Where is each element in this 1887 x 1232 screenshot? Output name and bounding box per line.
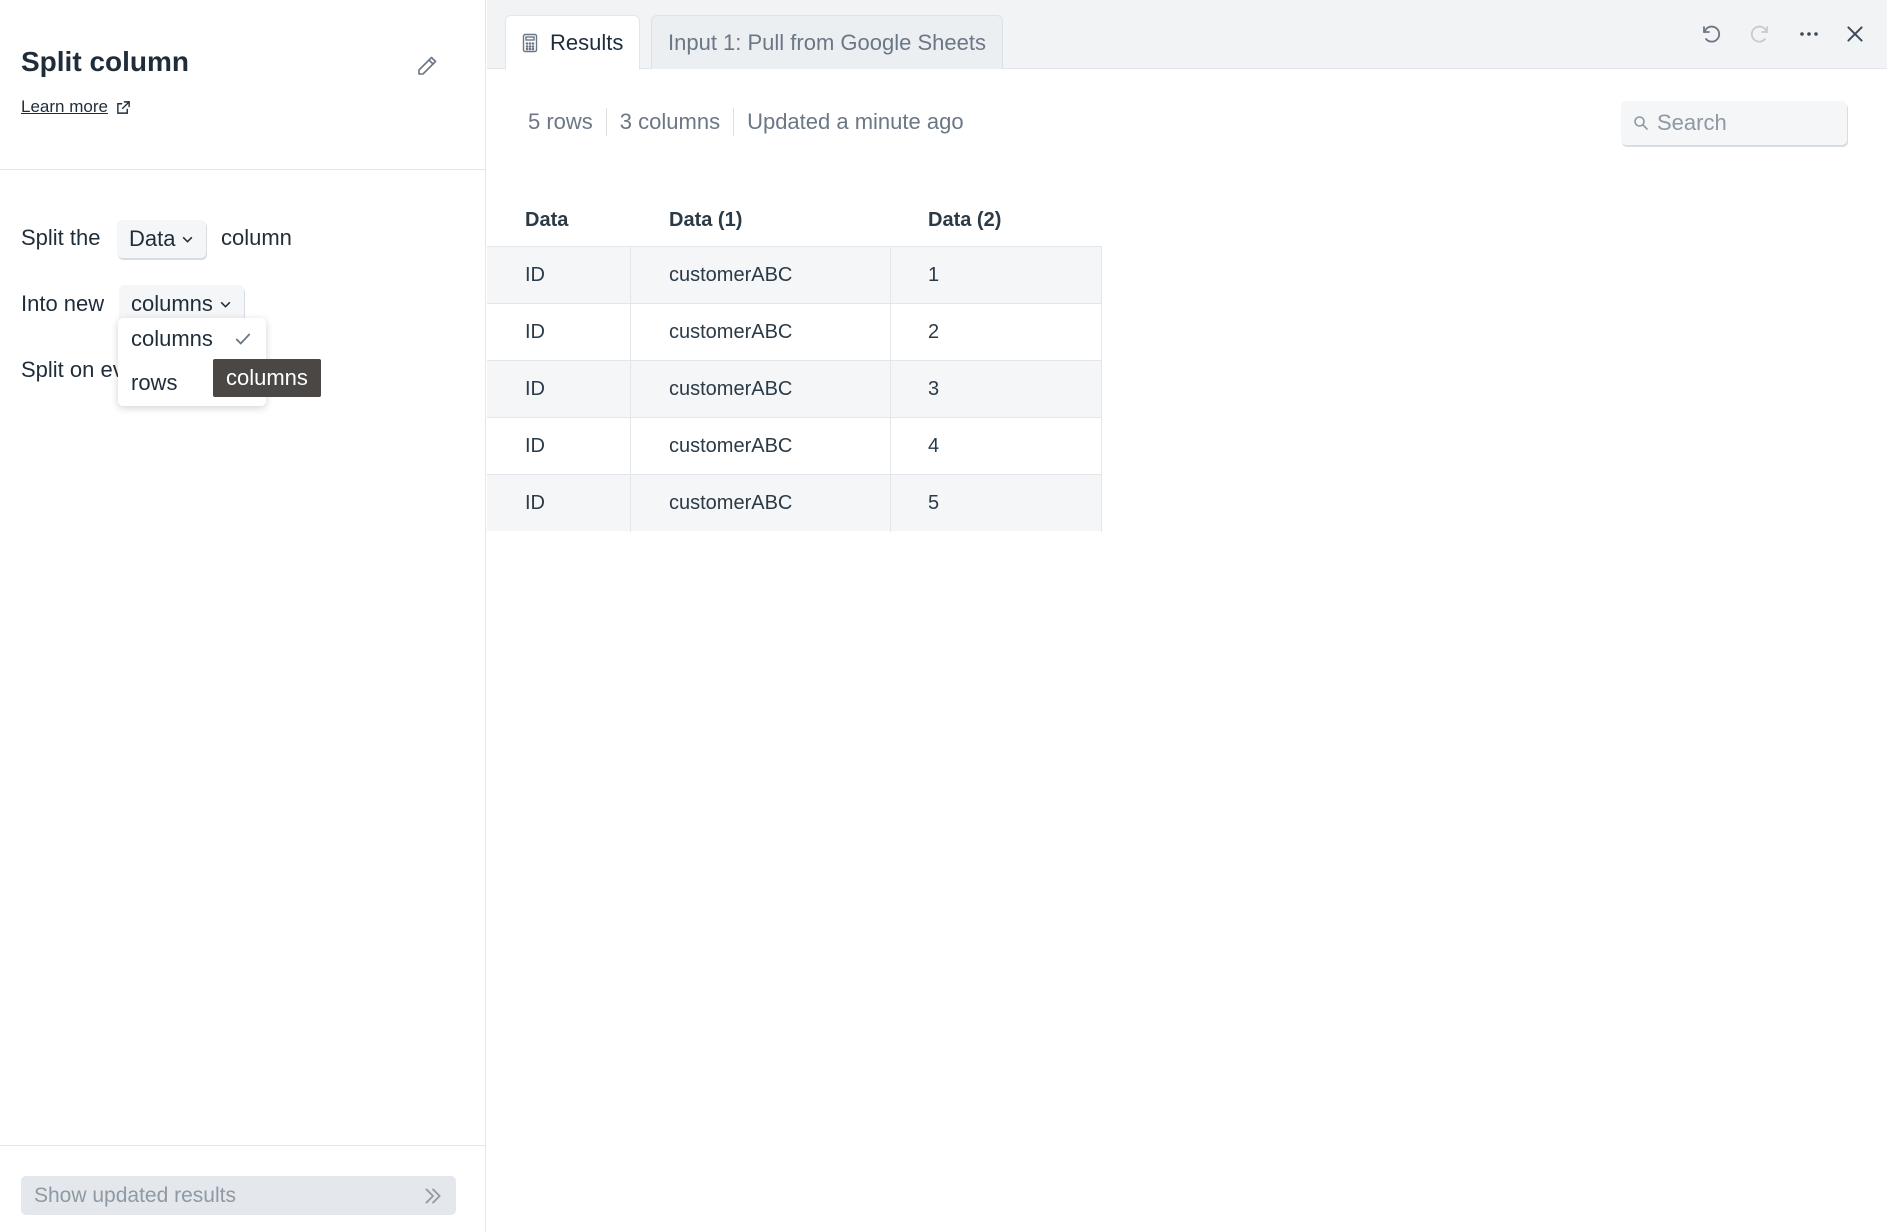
column-header[interactable]: Data (525, 209, 568, 232)
split-the-label: Split the (21, 225, 101, 250)
table-cell: customerABC (669, 491, 793, 514)
column-count: 3 columns (619, 109, 721, 134)
redo-button[interactable] (1743, 17, 1777, 51)
divider (733, 108, 735, 136)
results-panel: Results Input 1: Pull from Google Sheets… (487, 0, 1887, 1232)
table-cell: 3 (928, 377, 940, 400)
learn-more-label: Learn more (21, 97, 108, 116)
source-column-select[interactable]: Data (117, 220, 207, 258)
tab-label: Input 1: Pull from Google Sheets (668, 29, 986, 55)
step-config-panel: Split column Learn more Split the Data c… (0, 0, 486, 1232)
app-window: Split column Learn more Split the Data c… (0, 0, 1887, 1232)
table-cell: customerABC (669, 263, 793, 286)
table-cell: ID (525, 320, 545, 343)
column-header[interactable]: Data (1) (669, 209, 742, 232)
results-table: Data Data (1) Data (2) ID customerABC 1 … (487, 196, 1102, 532)
panel-header: Split column Learn more (0, 0, 486, 170)
table-cell: customerABC (669, 434, 793, 457)
divider (1101, 246, 1102, 532)
checkmark-icon (235, 333, 251, 345)
results-meta: 5 rows 3 columns Updated a minute ago (528, 108, 964, 136)
table-cell: 2 (928, 320, 940, 343)
search-input[interactable] (1657, 110, 1837, 136)
table-cell: ID (525, 491, 545, 514)
edit-title-button[interactable] (410, 49, 444, 83)
divider (890, 304, 891, 361)
close-icon (1847, 26, 1863, 42)
redo-icon (1750, 25, 1768, 43)
pencil-icon (418, 56, 437, 75)
double-chevron-right-icon (425, 1188, 441, 1204)
table-row: ID customerABC 5 (487, 474, 1101, 532)
divider (890, 361, 891, 418)
table-cell: 1 (928, 263, 940, 286)
table-cell: 5 (928, 491, 940, 514)
dropdown-option-columns[interactable]: columns (118, 318, 266, 360)
table-row: ID customerABC 4 (487, 417, 1101, 475)
show-updated-results-label: Show updated results (34, 1183, 236, 1207)
table-cell: 4 (928, 434, 940, 457)
dropdown-option-label: rows (131, 370, 178, 395)
dropdown-option-label: columns (131, 326, 213, 351)
divider (890, 418, 891, 475)
learn-more-link[interactable]: Learn more (21, 97, 131, 117)
tab-input-1[interactable]: Input 1: Pull from Google Sheets (651, 15, 1003, 69)
divider (630, 361, 631, 418)
table-header: Data Data (1) Data (2) (487, 196, 1101, 246)
divider (605, 108, 607, 136)
undo-icon (1703, 25, 1721, 43)
more-options-button[interactable] (1792, 17, 1826, 51)
external-link-icon (117, 100, 130, 114)
search-box[interactable] (1621, 101, 1847, 145)
row-count: 5 rows (528, 109, 593, 134)
table-row: ID customerABC 1 (487, 246, 1101, 304)
table-cell: ID (525, 263, 545, 286)
chevron-down-icon (183, 236, 193, 243)
divider (890, 247, 891, 304)
undo-button[interactable] (1694, 17, 1728, 51)
updated-status: Updated a minute ago (747, 109, 964, 134)
tab-results[interactable]: Results (505, 15, 641, 70)
divider (890, 475, 891, 532)
divider (630, 475, 631, 532)
tooltip: columns (213, 359, 321, 397)
calculator-icon (522, 33, 538, 53)
table-row: ID customerABC 2 (487, 303, 1101, 361)
split-on-label: Split on ev (21, 357, 124, 382)
table-cell: ID (525, 434, 545, 457)
show-updated-results-button[interactable]: Show updated results (21, 1176, 456, 1215)
panel-title: Split column (21, 46, 189, 77)
table-row: ID customerABC 3 (487, 360, 1101, 418)
table-cell: customerABC (669, 320, 793, 343)
divider (630, 418, 631, 475)
divider (630, 304, 631, 361)
more-icon (1800, 32, 1818, 36)
divider (630, 247, 631, 304)
into-new-label: Into new (21, 291, 105, 316)
close-button[interactable] (1838, 17, 1872, 51)
table-cell: customerABC (669, 377, 793, 400)
column-header[interactable]: Data (2) (928, 209, 1001, 232)
source-column-value: Data (129, 226, 176, 251)
tab-label: Results (550, 30, 624, 55)
split-target-value: columns (131, 291, 213, 316)
tab-bar: Results Input 1: Pull from Google Sheets (487, 0, 1887, 70)
search-icon (1634, 116, 1648, 130)
chevron-down-icon (220, 301, 231, 308)
column-suffix-label: column (221, 225, 292, 250)
table-cell: ID (525, 377, 545, 400)
